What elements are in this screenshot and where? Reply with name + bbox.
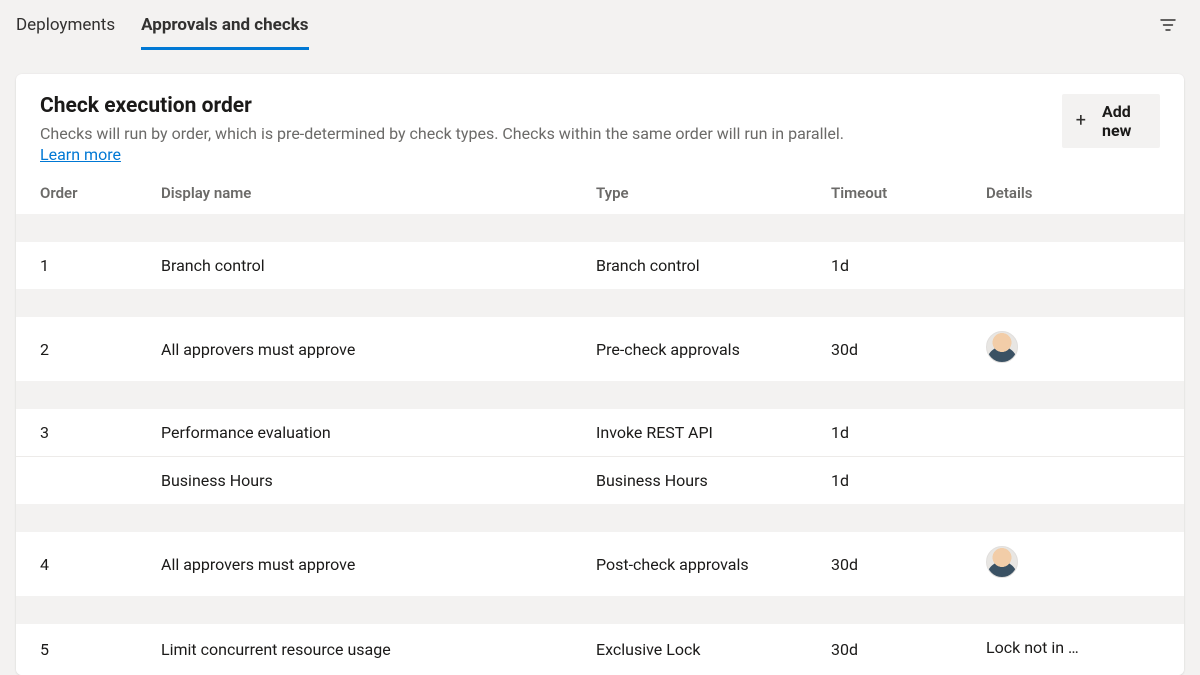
cell-timeout: 30d bbox=[831, 624, 986, 675]
cell-type: Branch control bbox=[596, 242, 831, 289]
cell-timeout: 1d bbox=[831, 409, 986, 457]
cell-order: 2 bbox=[16, 317, 161, 381]
card-header: Check execution order Checks will run by… bbox=[16, 74, 1184, 174]
card-description: Checks will run by order, which is pre-d… bbox=[40, 124, 844, 143]
cell-name: Performance evaluation bbox=[161, 409, 596, 457]
cell-order: 1 bbox=[16, 242, 161, 289]
learn-more-link[interactable]: Learn more bbox=[40, 145, 121, 164]
plus-icon: + bbox=[1076, 112, 1086, 130]
cell-timeout: 1d bbox=[831, 457, 986, 505]
filter-button[interactable] bbox=[1152, 9, 1184, 41]
card-header-text: Check execution order Checks will run by… bbox=[40, 94, 844, 164]
cell-timeout: 1d bbox=[831, 242, 986, 289]
cell-type: Business Hours bbox=[596, 457, 831, 505]
tab-deployments[interactable]: Deployments bbox=[16, 0, 115, 50]
add-new-button[interactable]: + Add new bbox=[1062, 94, 1160, 148]
group-spacer bbox=[16, 289, 1184, 317]
cell-details: Lock not in … bbox=[986, 638, 1079, 657]
cell-name: All approvers must approve bbox=[161, 317, 596, 381]
col-header-name[interactable]: Display name bbox=[161, 174, 596, 214]
avatar bbox=[986, 331, 1018, 363]
topbar: Deployments Approvals and checks bbox=[0, 0, 1200, 50]
avatar bbox=[986, 546, 1018, 578]
table-row[interactable]: 2All approvers must approvePre-check app… bbox=[16, 317, 1184, 381]
cell-timeout: 30d bbox=[831, 317, 986, 381]
checks-table: Order Display name Type Timeout Details … bbox=[16, 174, 1184, 675]
cell-timeout: 30d bbox=[831, 532, 986, 596]
cell-name: Business Hours bbox=[161, 457, 596, 505]
table-header-row: Order Display name Type Timeout Details bbox=[16, 174, 1184, 214]
cell-name: Limit concurrent resource usage bbox=[161, 624, 596, 675]
cell-name: Branch control bbox=[161, 242, 596, 289]
group-spacer bbox=[16, 504, 1184, 532]
cell-order: 5 bbox=[16, 624, 161, 675]
cell-type: Exclusive Lock bbox=[596, 624, 831, 675]
cell-name: All approvers must approve bbox=[161, 532, 596, 596]
add-new-label: Add new bbox=[1102, 102, 1142, 140]
cell-type: Post-check approvals bbox=[596, 532, 831, 596]
table-row[interactable]: 5Limit concurrent resource usageExclusiv… bbox=[16, 624, 1184, 675]
filter-icon bbox=[1160, 17, 1176, 33]
table-row[interactable]: 4All approvers must approvePost-check ap… bbox=[16, 532, 1184, 596]
group-spacer bbox=[16, 381, 1184, 409]
col-header-order[interactable]: Order bbox=[16, 174, 161, 214]
table-row[interactable]: 1Branch controlBranch control1d bbox=[16, 242, 1184, 289]
group-spacer bbox=[16, 596, 1184, 624]
table-row[interactable]: Business HoursBusiness Hours1d bbox=[16, 457, 1184, 505]
cell-order: 3 bbox=[16, 409, 161, 457]
col-header-details[interactable]: Details bbox=[986, 174, 1184, 214]
checks-card: Check execution order Checks will run by… bbox=[16, 74, 1184, 675]
card-title: Check execution order bbox=[40, 94, 844, 118]
cell-type: Pre-check approvals bbox=[596, 317, 831, 381]
col-header-timeout[interactable]: Timeout bbox=[831, 174, 986, 214]
cell-order: 4 bbox=[16, 532, 161, 596]
tab-approvals-and-checks[interactable]: Approvals and checks bbox=[141, 0, 308, 50]
col-header-type[interactable]: Type bbox=[596, 174, 831, 214]
cell-order bbox=[16, 457, 161, 505]
tabs: Deployments Approvals and checks bbox=[16, 0, 309, 50]
table-row[interactable]: 3Performance evaluationInvoke REST API1d bbox=[16, 409, 1184, 457]
group-spacer bbox=[16, 214, 1184, 242]
cell-type: Invoke REST API bbox=[596, 409, 831, 457]
